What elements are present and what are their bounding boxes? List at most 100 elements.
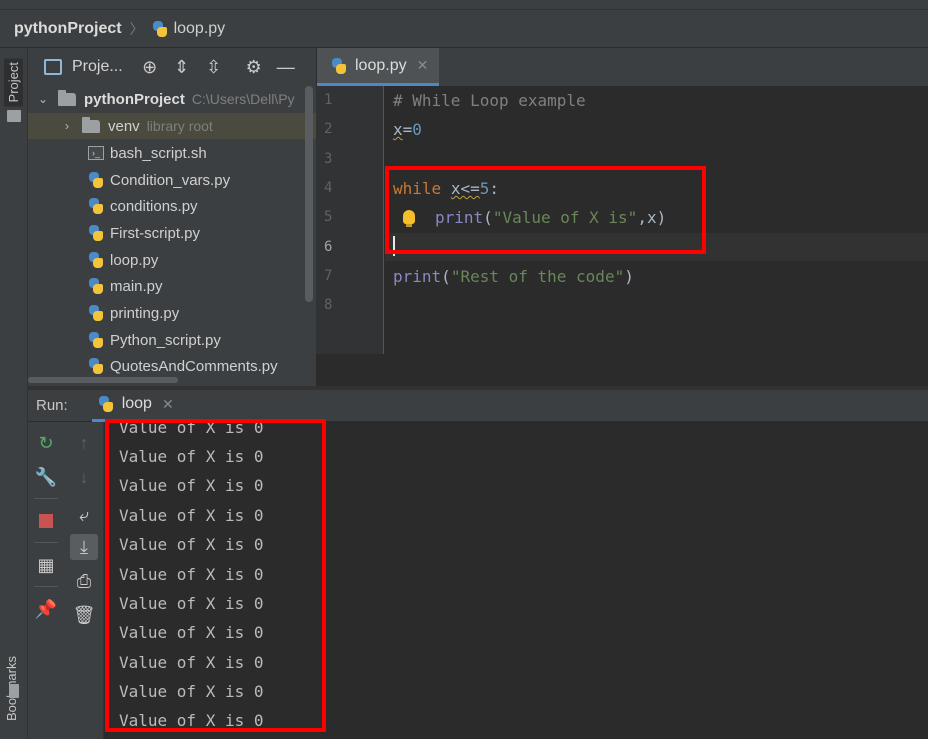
- tree-venv-row[interactable]: › venv library root: [28, 113, 316, 139]
- arrow-down-icon[interactable]: ↓: [70, 464, 98, 490]
- tree-venv-hint: library root: [146, 118, 213, 134]
- tree-file-row[interactable]: loop.py: [28, 247, 316, 273]
- pin-icon[interactable]: 📌: [32, 596, 60, 622]
- collapse-all-icon[interactable]: ⇳: [203, 57, 225, 78]
- toolbar-separator: [34, 498, 58, 499]
- code-token-function: print: [393, 267, 442, 286]
- close-icon[interactable]: ✕: [417, 57, 429, 74]
- arrow-up-icon[interactable]: ↑: [70, 430, 98, 456]
- toolbar-separator: [34, 542, 58, 543]
- run-toolbar-primary: ↻ 🔧 ▦ 📌: [28, 422, 64, 739]
- folder-icon: [82, 116, 100, 133]
- trash-icon[interactable]: 🗑: [70, 602, 98, 628]
- python-file-icon: [88, 332, 104, 348]
- tree-file-name: QuotesAndComments.py: [110, 357, 278, 375]
- scroll-to-end-icon[interactable]: ⤓: [70, 534, 98, 560]
- editor-tab-label: loop.py: [355, 56, 407, 74]
- line-number: 4: [324, 180, 333, 196]
- run-toolbar-secondary: ↑ ↓ ⤶ ⤓ ⎙ 🗑: [64, 422, 104, 739]
- line-number: 3: [324, 151, 333, 167]
- tree-file-row[interactable]: Python_script.py: [28, 327, 316, 353]
- project-folder-icon: [7, 110, 21, 122]
- python-file-icon: [88, 198, 104, 214]
- line-number: 8: [324, 297, 333, 313]
- python-file-icon: [98, 396, 114, 412]
- highlight-box-code: [385, 166, 706, 254]
- tree-vertical-scrollbar[interactable]: [305, 86, 313, 302]
- run-tab-loop[interactable]: loop ✕: [91, 390, 180, 422]
- tree-horizontal-scrollbar[interactable]: [28, 377, 178, 383]
- tree-root-name: pythonProject: [84, 90, 185, 108]
- soft-wrap-icon[interactable]: ⤶: [70, 502, 98, 528]
- tree-root-row[interactable]: ⌄ pythonProject C:\Users\Dell\Py: [28, 86, 316, 112]
- line-number: 7: [324, 268, 333, 284]
- tree-file-name: Python_script.py: [110, 331, 221, 349]
- rerun-icon[interactable]: ↻: [32, 430, 60, 456]
- tree-file-row[interactable]: QuotesAndComments.py: [28, 353, 316, 379]
- breadcrumb: pythonProject 〉 loop.py: [0, 10, 928, 48]
- close-icon[interactable]: ✕: [162, 396, 174, 413]
- project-tool-tab[interactable]: Project: [4, 58, 23, 107]
- expand-all-icon[interactable]: ⇕: [171, 57, 193, 78]
- tree-venv-name: venv: [108, 117, 140, 135]
- python-file-icon: [88, 278, 104, 294]
- tree-file-row[interactable]: conditions.py: [28, 193, 316, 219]
- tree-file-row[interactable]: Condition_vars.py: [28, 167, 316, 193]
- line-number-current: 6: [324, 239, 333, 255]
- locate-file-icon[interactable]: ⊕: [139, 57, 161, 78]
- tree-file-row[interactable]: printing.py: [28, 300, 316, 326]
- layout-icon[interactable]: ▦: [32, 552, 60, 578]
- folder-icon: [58, 89, 76, 106]
- code-token-number: 0: [412, 120, 422, 139]
- line-number: 2: [324, 121, 333, 137]
- code-token-paren: ): [624, 267, 634, 286]
- project-tree: ⌄ pythonProject C:\Users\Dell\Py › venv …: [28, 86, 316, 386]
- tree-file-name: Condition_vars.py: [110, 171, 231, 189]
- tree-file-name: conditions.py: [110, 197, 198, 215]
- python-file-icon: [88, 172, 104, 188]
- python-file-icon: [88, 252, 104, 268]
- tree-file-row[interactable]: main.py: [28, 273, 316, 299]
- code-line-assign: x=0: [393, 120, 422, 139]
- chevron-down-icon[interactable]: ⌄: [36, 92, 50, 106]
- tree-file-name: loop.py: [110, 251, 159, 269]
- left-tool-strip: Project Bookmarks: [0, 48, 28, 739]
- python-file-icon: [152, 20, 168, 37]
- highlight-box-output: [105, 419, 326, 732]
- python-file-icon: [88, 305, 104, 321]
- hide-panel-icon[interactable]: —: [275, 57, 297, 78]
- breadcrumb-project[interactable]: pythonProject: [14, 20, 122, 38]
- editor-tab-loop[interactable]: loop.py ✕: [317, 48, 439, 86]
- breadcrumb-file[interactable]: loop.py: [174, 20, 226, 38]
- project-panel-icon: [44, 59, 62, 75]
- code-token-paren: (: [441, 267, 451, 286]
- tree-file-name: First-script.py: [110, 224, 200, 242]
- tree-file-name: bash_script.sh: [110, 144, 207, 162]
- tree-file-name: printing.py: [110, 304, 180, 322]
- toolbar-separator: [34, 586, 58, 587]
- python-file-icon: [88, 358, 104, 374]
- shell-script-icon: ›_: [88, 146, 104, 160]
- code-token-string: "Rest of the code": [450, 267, 625, 286]
- tree-file-row[interactable]: First-script.py: [28, 220, 316, 246]
- editor-tab-bar: loop.py ✕: [316, 48, 928, 86]
- wrench-icon[interactable]: 🔧: [32, 464, 60, 490]
- stop-icon[interactable]: [32, 508, 60, 534]
- run-label: Run:: [36, 397, 68, 414]
- gear-icon[interactable]: ⚙: [243, 57, 265, 78]
- code-line-print2: print("Rest of the code"): [393, 267, 634, 286]
- tree-root-path: C:\Users\Dell\Py: [191, 91, 295, 107]
- run-tab-label: loop: [121, 395, 152, 412]
- project-panel-title[interactable]: Proje...: [72, 58, 123, 76]
- python-file-icon: [88, 225, 104, 241]
- project-panel-header: Proje... ⊕ ⇕ ⇳ ⚙ —: [28, 48, 316, 86]
- bookmark-icon: [9, 684, 19, 698]
- breadcrumb-separator-icon: 〉: [129, 20, 144, 37]
- editor-gutter: 1 2 3 4 5 6 7 8: [316, 86, 384, 354]
- print-icon[interactable]: ⎙: [70, 568, 98, 594]
- chevron-right-icon[interactable]: ›: [60, 119, 74, 133]
- line-number: 5: [324, 209, 333, 225]
- run-panel-header: Run: loop ✕: [28, 390, 928, 422]
- tree-file-name: main.py: [110, 277, 163, 295]
- tree-file-row[interactable]: ›_ bash_script.sh: [28, 140, 316, 166]
